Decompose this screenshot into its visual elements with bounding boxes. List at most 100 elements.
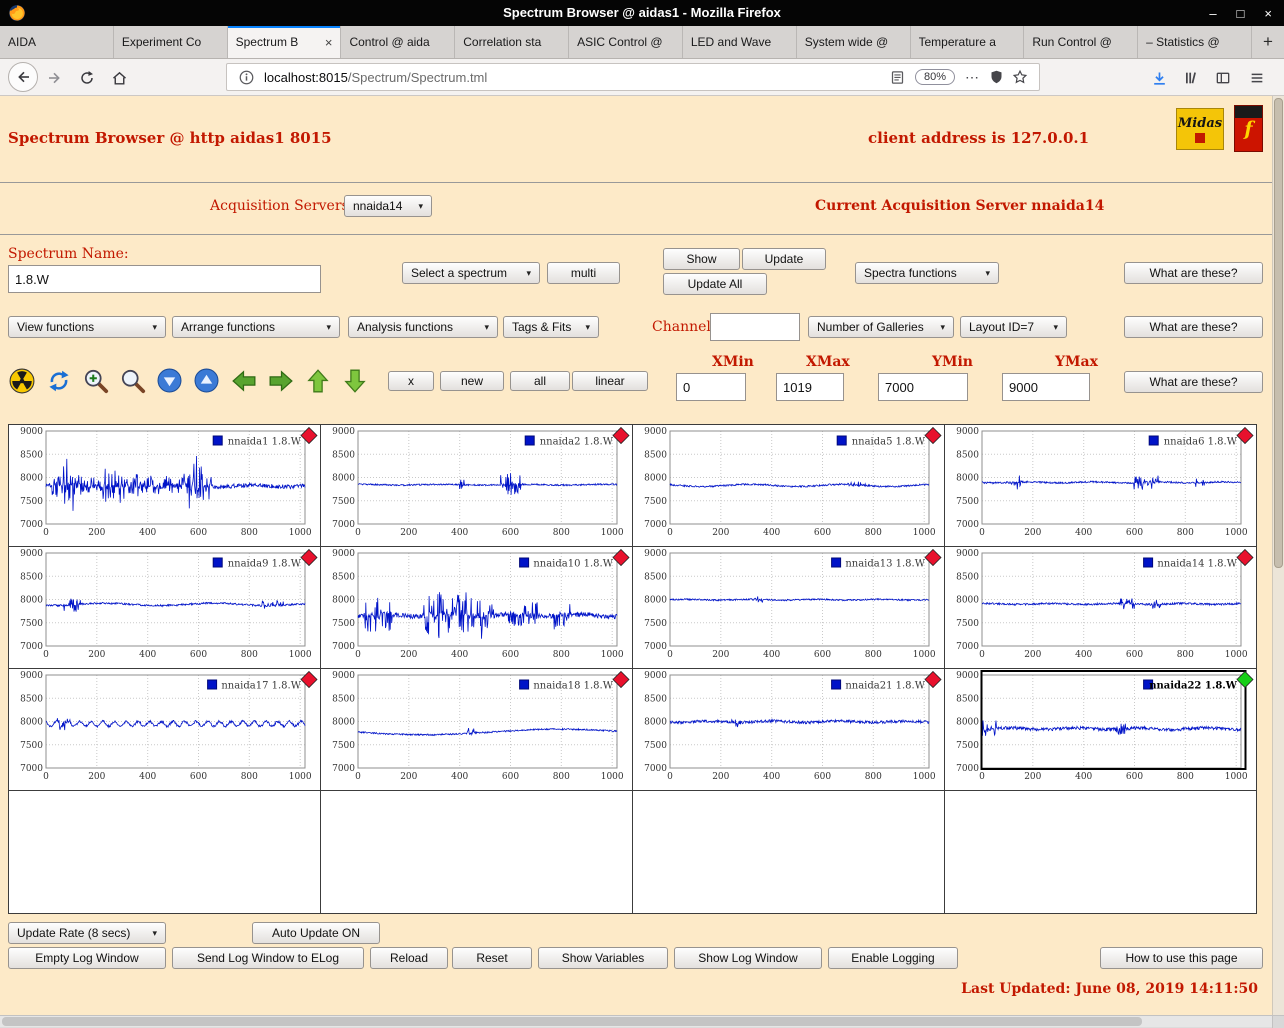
spectrum-chart-nnaida6[interactable]: 7000 7500 8000 8500 9000 0 200 400 600 800 1000 nna…	[945, 425, 1257, 547]
pan-up-icon[interactable]	[304, 367, 331, 394]
tab-statistics[interactable]: – Statistics @	[1138, 26, 1252, 58]
spectrum-chart-nnaida14[interactable]: 7000 7500 8000 8500 9000 0 200 400 600 800 1000 nna…	[945, 547, 1257, 669]
back-button[interactable]	[8, 62, 38, 92]
xmax-input[interactable]	[776, 373, 844, 401]
spectrum-chart-nnaida1[interactable]: 7000 7500 8000 8500 9000 0 200 400 600 800 1000 nna…	[9, 425, 321, 547]
spectrum-chart-nnaida22[interactable]: 7000 7500 8000 8500 9000 0 200 400 600 800 1000 nna…	[945, 669, 1257, 791]
tags-fits-dropdown[interactable]: Tags & Fits ▾	[503, 316, 599, 338]
enable-logging-button[interactable]: Enable Logging	[828, 947, 958, 969]
forward-button[interactable]	[42, 65, 68, 91]
zoom-out-icon[interactable]	[119, 367, 146, 394]
new-tab-button[interactable]: +	[1252, 26, 1284, 58]
menu-icon[interactable]	[1244, 65, 1270, 91]
empty-log-window-button[interactable]: Empty Log Window	[8, 947, 166, 969]
what-are-these-button-1[interactable]: What are these?	[1124, 262, 1263, 284]
all-button[interactable]: all	[510, 371, 570, 391]
reader-mode-icon[interactable]	[886, 70, 910, 85]
downloads-icon[interactable]	[1146, 65, 1172, 91]
refresh-icon[interactable]	[45, 367, 72, 394]
svg-text:0: 0	[979, 650, 985, 660]
tab-led-and-wave[interactable]: LED and Wave	[682, 26, 797, 58]
show-button[interactable]: Show	[663, 248, 740, 270]
vertical-scrollbar[interactable]	[1272, 96, 1284, 1015]
scroll-up-icon[interactable]	[193, 367, 220, 394]
pan-left-icon[interactable]	[230, 367, 257, 394]
ymax-input[interactable]	[1002, 373, 1090, 401]
spectrum-chart-nnaida18[interactable]: 7000 7500 8000 8500 9000 0 200 400 600 800 1000 nna…	[321, 669, 633, 791]
window-maximize-button[interactable]: □	[1237, 6, 1245, 21]
what-are-these-button-2[interactable]: What are these?	[1124, 316, 1263, 338]
spectrum-chart-nnaida5[interactable]: 7000 7500 8000 8500 9000 0 200 400 600 800 1000 nna…	[633, 425, 945, 547]
tab-temperature-a[interactable]: Temperature a	[910, 26, 1025, 58]
page-actions-icon[interactable]: ⋯	[960, 69, 984, 86]
tab-experiment-co[interactable]: Experiment Co	[113, 26, 228, 58]
svg-text:9000: 9000	[956, 549, 979, 559]
horizontal-scrollbar[interactable]	[0, 1015, 1284, 1028]
radiation-icon[interactable]	[8, 367, 35, 394]
spectrum-chart-nnaida13[interactable]: 7000 7500 8000 8500 9000 0 200 400 600 800 1000 nna…	[633, 547, 945, 669]
linear-button[interactable]: linear	[572, 371, 648, 391]
tab-asic-control[interactable]: ASIC Control @	[569, 26, 683, 58]
horizontal-scrollbar-thumb[interactable]	[2, 1017, 1142, 1026]
pan-down-icon[interactable]	[341, 367, 368, 394]
show-variables-button[interactable]: Show Variables	[538, 947, 668, 969]
window-controls: – □ ×	[1209, 0, 1272, 26]
bookmark-star-icon[interactable]	[1008, 69, 1032, 85]
vertical-scrollbar-thumb[interactable]	[1274, 98, 1283, 568]
update-button[interactable]: Update	[742, 248, 826, 270]
window-minimize-button[interactable]: –	[1209, 6, 1216, 21]
scroll-down-icon[interactable]	[156, 367, 183, 394]
acquisition-server-select[interactable]: nnaida14 ▾	[344, 195, 432, 217]
reload-button[interactable]	[74, 65, 100, 91]
spectrum-chart-nnaida2[interactable]: 7000 7500 8000 8500 9000 0 200 400 600 800 1000 nna…	[321, 425, 633, 547]
x-button[interactable]: x	[388, 371, 434, 391]
arrange-functions-dropdown[interactable]: Arrange functions ▾	[172, 316, 340, 338]
tab-close-icon[interactable]: ×	[325, 35, 333, 50]
tab-spectrum-b[interactable]: Spectrum B ×	[227, 26, 342, 58]
home-button[interactable]	[106, 65, 132, 91]
svg-text:nnaida5 1.8.W: nnaida5 1.8.W	[852, 437, 926, 448]
site-info-icon[interactable]	[234, 70, 258, 85]
tab-run-control[interactable]: Run Control @	[1024, 26, 1139, 58]
url-bar[interactable]: localhost:8015/Spectrum/Spectrum.tml 80%…	[226, 63, 1040, 91]
new-button[interactable]: new	[440, 371, 504, 391]
layout-id-dropdown[interactable]: Layout ID=7 ▾	[960, 316, 1067, 338]
update-rate-dropdown[interactable]: Update Rate (8 secs) ▾	[8, 922, 166, 944]
what-are-these-button-3[interactable]: What are these?	[1124, 371, 1263, 393]
how-to-use-button[interactable]: How to use this page	[1100, 947, 1263, 969]
spectra-functions-dropdown[interactable]: Spectra functions ▾	[855, 262, 999, 284]
tab-control-aida[interactable]: Control @ aida	[341, 26, 456, 58]
number-of-galleries-dropdown[interactable]: Number of Galleries ▾	[808, 316, 954, 338]
channel-input[interactable]	[710, 313, 800, 341]
window-close-button[interactable]: ×	[1264, 6, 1272, 21]
analysis-functions-dropdown[interactable]: Analysis functions ▾	[348, 316, 498, 338]
spectrum-chart-nnaida17[interactable]: 7000 7500 8000 8500 9000 0 200 400 600 800 1000 nna…	[9, 669, 321, 791]
midas-logo[interactable]: Midas	[1176, 108, 1224, 150]
spectrum-chart-nnaida10[interactable]: 7000 7500 8000 8500 9000 0 200 400 600 800 1000 nna…	[321, 547, 633, 669]
view-functions-dropdown[interactable]: View functions ▾	[8, 316, 166, 338]
library-icon[interactable]	[1178, 65, 1204, 91]
tab-aida[interactable]: AIDA	[0, 26, 114, 58]
zoom-level-badge[interactable]: 80%	[914, 69, 955, 85]
tab-system-wide[interactable]: System wide @	[796, 26, 911, 58]
select-a-spectrum-dropdown[interactable]: Select a spectrum ▾	[402, 262, 540, 284]
spectrum-chart-nnaida21[interactable]: 7000 7500 8000 8500 9000 0 200 400 600 800 1000 nna…	[633, 669, 945, 791]
sidebar-toggle-icon[interactable]	[1210, 65, 1236, 91]
xmin-input[interactable]	[676, 373, 746, 401]
reload-page-button[interactable]: Reload	[370, 947, 448, 969]
tab-correlation-sta[interactable]: Correlation sta	[455, 26, 570, 58]
spectrum-name-input[interactable]	[8, 265, 321, 293]
zoom-in-icon[interactable]	[82, 367, 109, 394]
reset-button[interactable]: Reset	[452, 947, 532, 969]
facility-logo[interactable]: f	[1234, 105, 1263, 152]
tracking-shield-icon[interactable]	[984, 69, 1008, 85]
multi-button[interactable]: multi	[547, 262, 620, 284]
send-log-window-to-elog-button[interactable]: Send Log Window to ELog	[172, 947, 364, 969]
ymin-input[interactable]	[878, 373, 968, 401]
update-all-button[interactable]: Update All	[663, 273, 767, 295]
show-log-window-button[interactable]: Show Log Window	[674, 947, 822, 969]
pan-right-icon[interactable]	[267, 367, 294, 394]
auto-update-button[interactable]: Auto Update ON	[252, 922, 380, 944]
spectrum-chart-nnaida9[interactable]: 7000 7500 8000 8500 9000 0 200 400 600 800 1000 nna…	[9, 547, 321, 669]
svg-text:800: 800	[1177, 528, 1194, 538]
